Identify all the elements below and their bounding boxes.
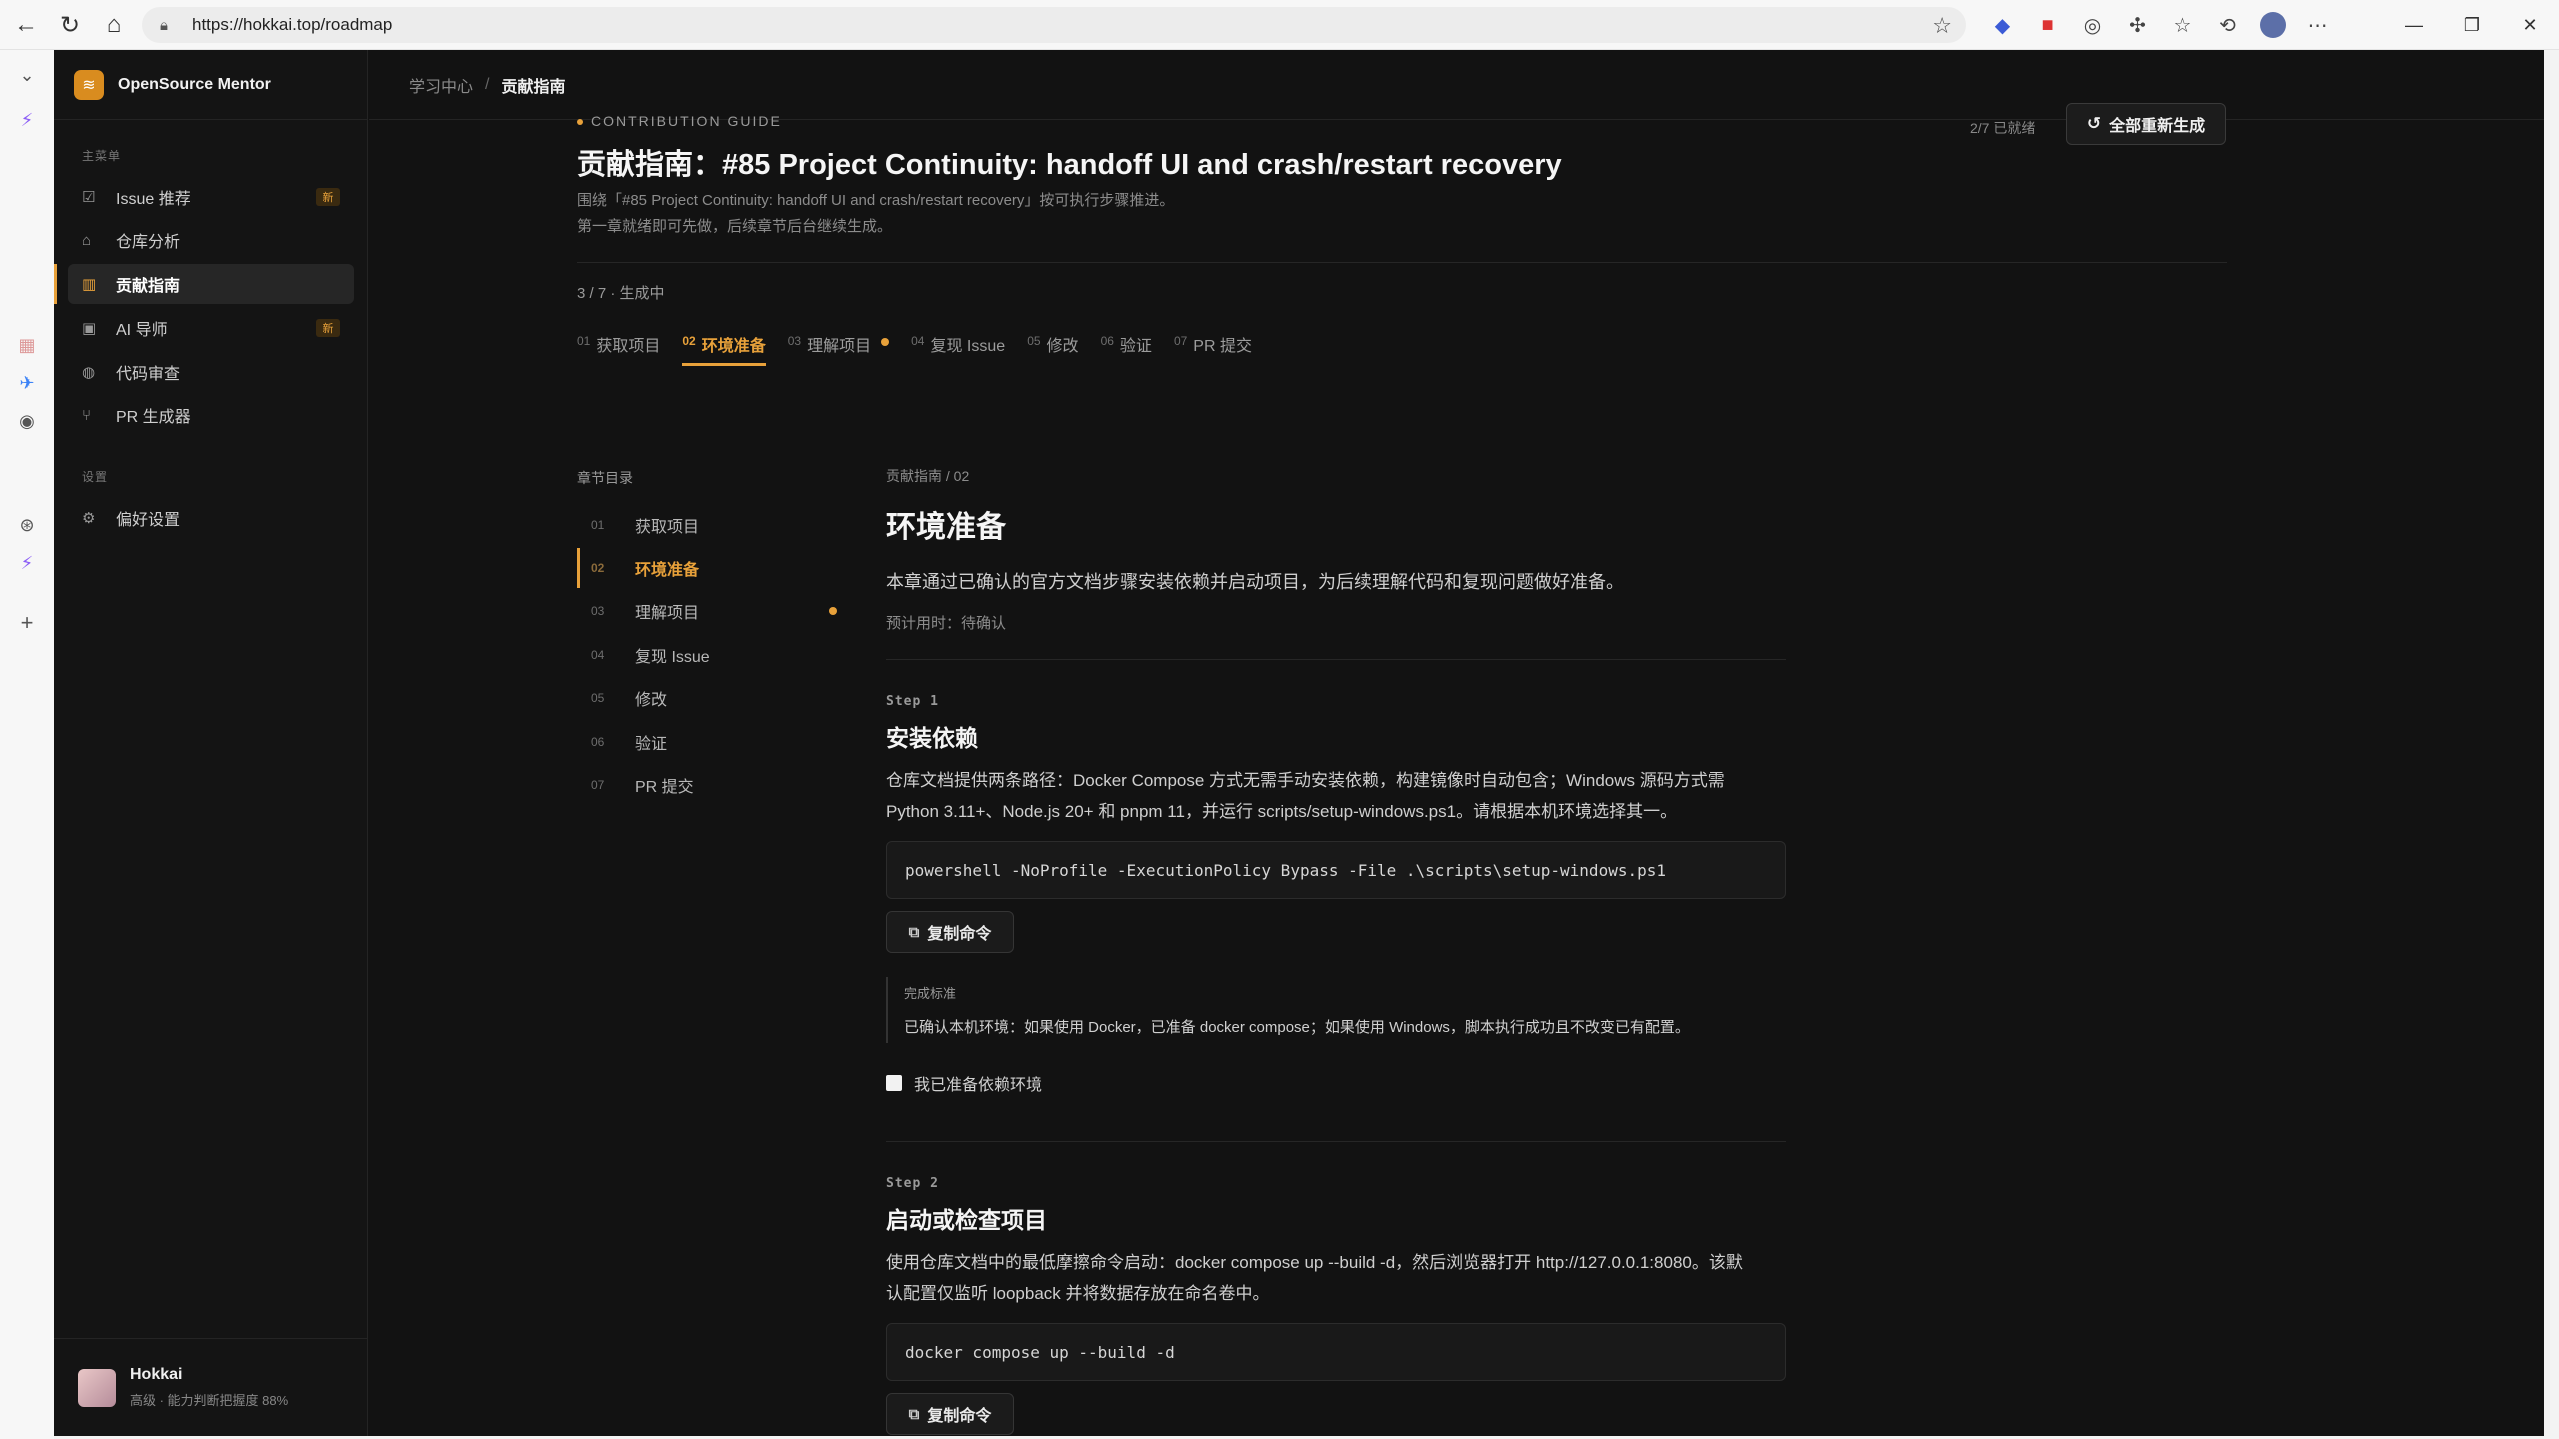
tab-reproduce-issue[interactable]: 04 复现 Issue: [911, 330, 1005, 366]
chapter-crumb: 贡献指南 / 02: [886, 468, 970, 484]
generation-progress: 3 / 7 · 生成中: [577, 285, 665, 302]
refresh-icon[interactable]: ↻: [48, 3, 92, 47]
tab-verify[interactable]: 06 验证: [1101, 330, 1152, 366]
page-subtitle: 围绕「#85 Project Continuity: handoff UI an…: [577, 192, 1175, 235]
refresh-icon: ↺: [2086, 114, 2102, 133]
copy-command-button[interactable]: ⧉ 复制命令: [886, 911, 1014, 953]
chapter-description: 本章通过已确认的官方文档步骤安装依赖并启动项目，为后续理解代码和复现问题做好准备…: [886, 572, 1624, 592]
chapter-title: 环境准备: [886, 511, 1006, 544]
toc-item[interactable]: 01 获取项目: [577, 505, 837, 545]
tab-understand-project[interactable]: 03 理解项目: [788, 330, 890, 366]
command-block[interactable]: powershell -NoProfile -ExecutionPolicy B…: [886, 841, 1786, 899]
estimated-time: 预计用时：待确认: [886, 615, 1007, 632]
extension-icon[interactable]: ◆: [1980, 0, 2025, 50]
criteria-text: 已确认本机环境：如果使用 Docker，已准备 docker compose；如…: [904, 1019, 1690, 1036]
toc-item[interactable]: 06 验证: [577, 722, 837, 762]
page-scrollbar[interactable]: [2544, 50, 2559, 1439]
step-1: Step 1 安装依赖 仓库文档提供两条路径：Docker Compose 方式…: [886, 694, 1786, 1095]
toc-item[interactable]: 05 修改: [577, 678, 837, 718]
extension-icon[interactable]: ◎: [2070, 0, 2115, 50]
chapter-content: 贡献指南 / 02 环境准备 本章通过已确认的官方文档步骤安装依赖并启动项目，为…: [886, 466, 1786, 1435]
step-label: Step 2: [886, 1176, 939, 1191]
completion-criteria: 完成标准 已确认本机环境：如果使用 Docker，已准备 docker comp…: [886, 977, 1786, 1043]
url-text: https://hokkai.top/roadmap: [192, 15, 393, 34]
browser-sidebar: ⌄ ⚡ ▦ ✈ ◉ ⊛ ⚡ +: [0, 50, 54, 1439]
generating-dot-icon: [829, 607, 837, 615]
history-icon[interactable]: ⟲: [2205, 0, 2250, 50]
criteria-label: 完成标准: [904, 986, 957, 1001]
divider: [577, 262, 2227, 263]
tab-pr-submit[interactable]: 07 PR 提交: [1174, 330, 1252, 366]
favorite-star-icon[interactable]: ☆: [1932, 13, 1952, 39]
divider: [886, 659, 1786, 660]
app-window: ≋ OpenSource Mentor 主菜单 ☑ Issue 推荐 新 ⌂ 仓…: [54, 50, 2544, 1436]
app-shortcut-icon[interactable]: ▦: [12, 330, 42, 360]
minimize-icon[interactable]: —: [2385, 0, 2443, 50]
app-shortcut-icon[interactable]: ✈: [12, 368, 42, 398]
step-label: Step 1: [886, 694, 939, 709]
copy-command-button[interactable]: ⧉ 复制命令: [886, 1393, 1014, 1435]
app-shortcut-icon[interactable]: ⊛: [12, 510, 42, 540]
lock-icon: 🔒︎: [160, 16, 168, 34]
step-2: Step 2 启动或检查项目 使用仓库文档中的最低摩擦命令启动：docker c…: [886, 1176, 1786, 1435]
step-description: 仓库文档提供两条路径：Docker Compose 方式无需手动安装依赖，构建镜…: [886, 771, 1725, 821]
command-block[interactable]: docker compose up --build -d: [886, 1323, 1786, 1381]
add-icon[interactable]: +: [12, 608, 42, 638]
extensions-puzzle-icon[interactable]: ✣: [2115, 0, 2160, 50]
home-icon[interactable]: ⌂: [92, 3, 136, 47]
divider: [886, 1141, 1786, 1142]
extension-icon[interactable]: ■: [2025, 0, 2070, 50]
toc-item-active[interactable]: 02 环境准备: [577, 548, 837, 588]
toc-item[interactable]: 04 复现 Issue: [577, 635, 837, 675]
eyebrow: CONTRIBUTION GUIDE: [577, 113, 782, 129]
copy-icon: ⧉: [908, 1405, 920, 1423]
close-icon[interactable]: ✕: [2501, 0, 2559, 50]
profile-avatar-icon[interactable]: [2250, 0, 2295, 50]
favorites-icon[interactable]: ☆: [2160, 0, 2205, 50]
tab-modify[interactable]: 05 修改: [1027, 330, 1078, 366]
tab-environment[interactable]: 02 环境准备: [682, 330, 766, 366]
app-shortcut-icon[interactable]: ⚡: [12, 105, 42, 135]
tab-get-project[interactable]: 01 获取项目: [577, 330, 660, 366]
chevron-down-icon[interactable]: ⌄: [12, 60, 42, 90]
checkbox-label: 我已准备依赖环境: [914, 1077, 1043, 1094]
step-description: 使用仓库文档中的最低摩擦命令启动：docker compose up --bui…: [886, 1253, 1743, 1303]
copy-icon: ⧉: [908, 923, 920, 941]
app-shortcut-icon[interactable]: ⚡: [12, 548, 42, 578]
ready-count: 2/7 已就绪: [1970, 120, 2036, 136]
back-icon[interactable]: ←: [4, 3, 48, 47]
ready-checkbox[interactable]: [886, 1075, 902, 1091]
step-title: 安装依赖: [886, 725, 978, 751]
ready-checkbox-row[interactable]: 我已准备依赖环境: [886, 1071, 1786, 1095]
chapter-tabs: 01 获取项目 02 环境准备 03 理解项目 04 复现 Issue 05 修改 06 验…: [577, 330, 1274, 370]
generating-dot-icon: [881, 338, 890, 346]
restore-icon[interactable]: ❐: [2443, 0, 2501, 50]
regenerate-all-button[interactable]: ↺ 全部重新生成: [2066, 103, 2226, 145]
toc-title: 章节目录: [577, 470, 633, 486]
app-shortcut-icon[interactable]: ◉: [12, 406, 42, 436]
toc-item[interactable]: 07 PR 提交: [577, 765, 837, 805]
page-title: 贡献指南：#85 Project Continuity: handoff UI …: [577, 149, 1562, 181]
more-menu-icon[interactable]: ⋯: [2295, 0, 2340, 50]
step-title: 启动或检查项目: [886, 1207, 1047, 1233]
dot-icon: [577, 119, 583, 126]
address-bar[interactable]: 🔒︎ https://hokkai.top/roadmap ☆: [142, 7, 1966, 43]
browser-toolbar: ← ↻ ⌂ 🔒︎ https://hokkai.top/roadmap ☆ ◆ …: [0, 0, 2559, 50]
toc-item[interactable]: 03 理解项目: [577, 591, 837, 631]
